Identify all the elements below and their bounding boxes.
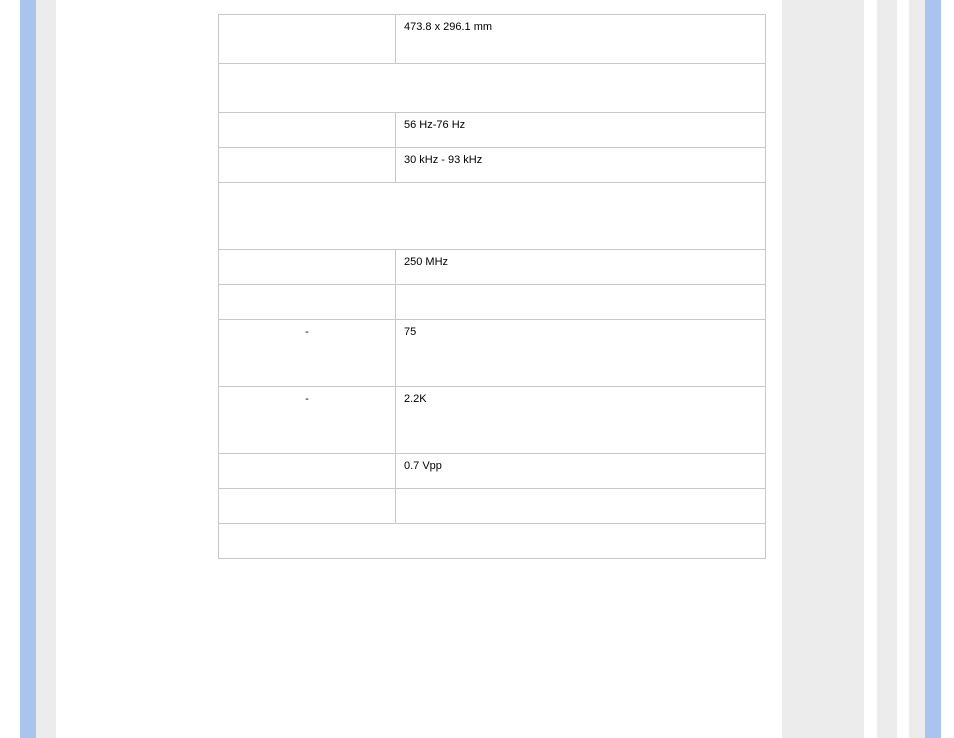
sidebar-gutter-left <box>36 0 56 738</box>
spec-section <box>219 64 766 113</box>
spec-label <box>219 489 396 524</box>
spec-value: 473.8 x 296.1 mm <box>396 15 766 64</box>
table-row <box>219 183 766 250</box>
table-row: 250 MHz <box>219 250 766 285</box>
table-row: 473.8 x 296.1 mm <box>219 15 766 64</box>
table-row: - 75 <box>219 320 766 387</box>
spec-label: - <box>219 320 396 387</box>
spec-label <box>219 454 396 489</box>
spec-label <box>219 285 396 320</box>
spec-value: 0.7 Vpp <box>396 454 766 489</box>
table-row <box>219 64 766 113</box>
spec-label <box>219 250 396 285</box>
spec-value: 250 MHz <box>396 250 766 285</box>
sidebar-gutter-right-2 <box>877 0 897 738</box>
spec-value: 2.2K <box>396 387 766 454</box>
spec-label <box>219 113 396 148</box>
page-margin-left <box>20 0 36 738</box>
specifications-table-body: 473.8 x 296.1 mm 56 Hz-76 Hz 30 kHz - 93… <box>219 15 766 559</box>
table-row: 30 kHz - 93 kHz <box>219 148 766 183</box>
spec-value: 30 kHz - 93 kHz <box>396 148 766 183</box>
sidebar-gutter-right-1 <box>782 0 864 738</box>
table-row <box>219 489 766 524</box>
specifications-table: 473.8 x 296.1 mm 56 Hz-76 Hz 30 kHz - 93… <box>218 14 766 559</box>
spec-label: - <box>219 387 396 454</box>
sidebar-gutter-right-3 <box>909 0 925 738</box>
spec-label <box>219 148 396 183</box>
spec-value: 75 <box>396 320 766 387</box>
table-row: - 2.2K <box>219 387 766 454</box>
table-row: 56 Hz-76 Hz <box>219 113 766 148</box>
spec-value: 56 Hz-76 Hz <box>396 113 766 148</box>
spec-value <box>396 489 766 524</box>
spec-label <box>219 15 396 64</box>
spec-value <box>396 285 766 320</box>
table-row <box>219 524 766 559</box>
page-margin-right <box>925 0 941 738</box>
spec-section <box>219 524 766 559</box>
spec-section <box>219 183 766 250</box>
table-row: 0.7 Vpp <box>219 454 766 489</box>
table-row <box>219 285 766 320</box>
